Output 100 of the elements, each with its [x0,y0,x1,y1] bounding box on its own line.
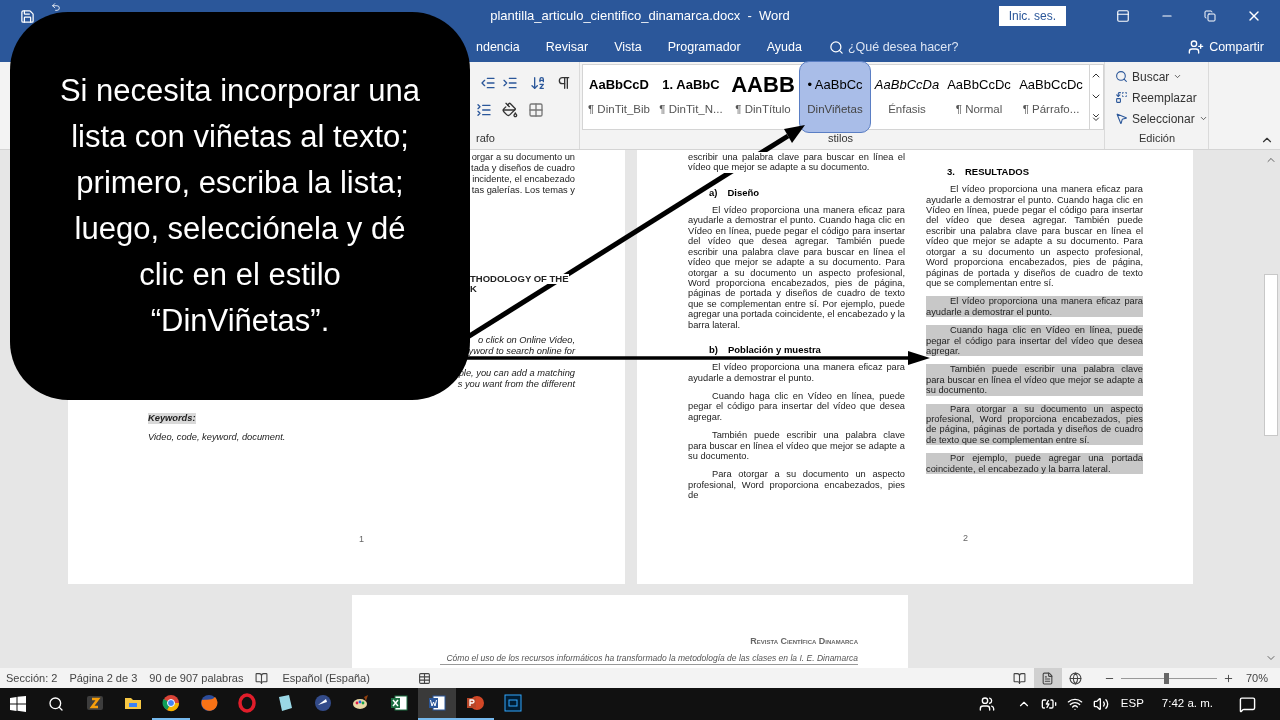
editing-icon [1115,112,1128,125]
header-subtitle: Cómo el uso de los recursos informáticos ha transformado la metodología de las clases en la I. E. Dinamarca [440,651,858,666]
input-language[interactable]: ESP [1120,695,1144,713]
ribbon-tab[interactable]: Vista [601,37,655,57]
status-item[interactable]: Sección: 2 [6,669,58,687]
editing-button[interactable]: Seleccionar [1115,108,1208,129]
proofing-icon[interactable] [255,671,269,685]
battery-icon[interactable] [1040,696,1057,712]
editing-button[interactable]: Buscar [1115,66,1183,87]
macro-icon[interactable] [417,671,431,685]
sort-icon[interactable] [530,75,546,91]
taskbar-app[interactable] [418,688,456,720]
borders-icon[interactable] [528,102,544,118]
keywords-text: Video, code, keyword, document. [148,432,287,443]
save-icon[interactable] [20,8,35,24]
document-icon [427,693,447,713]
start-icon[interactable] [10,696,26,712]
style-item[interactable]: 1. AaBbC ¶ DinTit_N... [655,65,727,129]
presentation-icon [465,693,485,713]
paragraph: También puede escribir una palabra clave para buscar en línea el vídeo que mejor se adapte a su documento. [926,364,1143,396]
text-line: tada y diseños de cuadro [471,163,575,174]
text-line: s you want from the different [457,379,575,390]
status-item[interactable]: 90 de 907 palabras [149,669,244,687]
window-title: plantilla_articulo_cientifico_dinamarca.docx - Word [490,7,790,26]
editing-button[interactable]: Reemplazar [1115,87,1197,108]
spreadsheet-icon [389,693,409,713]
paragraph: Para otorgar a su documento un aspecto profesional, Word proporciona encabezados, pies de página, páginas de portada y diseños de cuadro de texto que se complementan entre sí. [926,403,1143,446]
zoom-in-icon[interactable] [1222,672,1234,684]
browser-icon [161,693,181,713]
undo-icon[interactable] [49,2,63,12]
style-item[interactable]: AaBbCcDc ¶ Párrafo... [1015,65,1087,129]
group-label: stilos [828,130,855,146]
text-line: orgar a su documento un [471,152,575,163]
paragraph: El vídeo proporciona una manera eficaz para ayudarle a demostrar el punto. [688,362,905,383]
scrollbar-thumb[interactable] [1264,274,1278,436]
print-layout-icon [1041,671,1055,685]
globe-icon [313,693,333,713]
section-heading: Población y muestra [727,342,821,357]
increase-indent-icon[interactable] [502,75,518,91]
browser-icon [199,693,219,713]
style-item[interactable]: AaBbCcDc ¶ Normal [943,65,1015,129]
ribbon-tab[interactable]: Programador [654,37,754,57]
search-icon [828,39,844,55]
caret-icon [1173,72,1183,81]
editing-icon [1115,91,1128,104]
line-spacing-icon[interactable] [476,102,492,118]
zoom-slider[interactable] [1120,672,1217,684]
style-item[interactable]: • AaBbCc DinViñetas [799,61,871,133]
paragraph: También puede escribir una palabra clave para buscar en línea el vídeo que mejor se adapte a su documento. [688,430,905,462]
heading-number: a) [709,185,718,200]
view-button[interactable] [1033,668,1062,688]
page-number: 2 [963,531,968,545]
zoom-slider-thumb[interactable] [1164,672,1170,684]
tell-me-field[interactable]: ¿Qué desea hacer? [847,37,1048,57]
ribbon-display-icon[interactable] [1116,9,1130,23]
volume-icon[interactable] [1092,696,1109,712]
decrease-indent-icon[interactable] [480,75,496,91]
web-layout-icon [1069,671,1083,685]
language-status[interactable]: Español (España) [282,669,370,687]
paragraph: El vídeo proporciona una manera eficaz para ayudarle a demostrar el punto. Cuando haga clic en Vídeo en línea, puede pegar el código para insertar del vídeo que desea agregar. También puede escribir una palabra clave para buscar en línea el vídeo que mejor se adapte a su documento. Para otorgar a su documento un aspecto profesional, Word proporciona encabezados, pies de página, páginas de portada y diseños de cuadro de texto que se complementan entre sí. Por ejemplo, puede agregar una portada coincidente, el encabezado y la barra lateral. [688,205,905,330]
keywords-label: Keywords: [148,413,196,424]
shading-icon[interactable] [502,102,518,118]
style-item[interactable]: AaBbCcD ¶ DinTit_Bib [583,65,655,129]
caret-icon [1198,114,1208,123]
notifications-icon[interactable] [1239,695,1256,713]
style-item[interactable]: AABB ¶ DinTítulo [727,65,799,129]
file-manager-icon [85,693,105,713]
share-icon[interactable] [1188,39,1205,55]
people-icon[interactable] [978,696,995,712]
callout-text: Si necesita incorporar una lista con viñetas al texto; primero, escriba la lista; luego, selecciónela y dé clic en el estilo “DinViñetas”. [58,72,422,340]
ribbon-tab[interactable]: ndencia [476,37,533,57]
editing-icon [1115,70,1128,83]
group-label: rafo [475,130,496,146]
paragraph: Para otorgar a su documento un aspecto profesional, Word proporciona encabezados, pies de [688,469,905,501]
paragraph: escribir una palabra clave para buscar en línea el vídeo que mejor se adapte a su documento. [688,152,905,173]
heading-number: 3. [947,165,955,179]
paragraph: Cuando haga clic en Vídeo en línea, puede pegar el código para insertar del vídeo que desea agregar. [688,391,905,423]
style-item[interactable]: AaBbCcDa Énfasis [871,65,943,129]
text-line: tas galerías. Los temas y [471,185,575,196]
clock[interactable]: 7:42 a. m. [1161,695,1213,713]
wifi-icon[interactable] [1066,696,1083,712]
journal-header: Revista Científica Dinamarca [750,635,858,648]
sign-in-button[interactable]: Inic. ses. [998,6,1066,26]
page-number: 1 [359,534,364,545]
section-heading: Diseño [727,185,760,200]
paragraph: El vídeo proporciona una manera eficaz para ayudarle a demostrar el punto. Cuando haga clic en Vídeo en línea, puede pegar el código para insertar del vídeo que desea agregar. También puede escribir una palabra clave para buscar en línea el vídeo que mejor se adapte a su documento. Para otorgar a su documento un aspecto profesional, Word proporciona encabezados, pies de página, páginas de portada y diseños de cuadro de texto que se complementan entre sí. [926,184,1143,289]
text-line: o click on Online Video, [478,335,575,346]
pilcrow-icon[interactable] [556,75,572,91]
heading-number: b) [709,342,718,357]
ribbon-tab[interactable]: Revisar [532,37,602,57]
ribbon-tab[interactable]: Ayuda [753,37,815,57]
zoom-level[interactable]: 70% [1245,669,1268,687]
status-item[interactable]: Página 2 de 3 [69,669,138,687]
restore-icon[interactable] [1204,10,1216,22]
group-label: Edición [1139,130,1177,146]
read-mode-icon [1013,671,1027,685]
browser-icon [237,693,257,713]
paragraph: Por ejemplo, puede agregar una portada coincidente, el encabezado y la barra lateral. [926,453,1143,474]
search-icon[interactable] [48,696,64,712]
share-button[interactable]: Compartir [1209,37,1264,57]
